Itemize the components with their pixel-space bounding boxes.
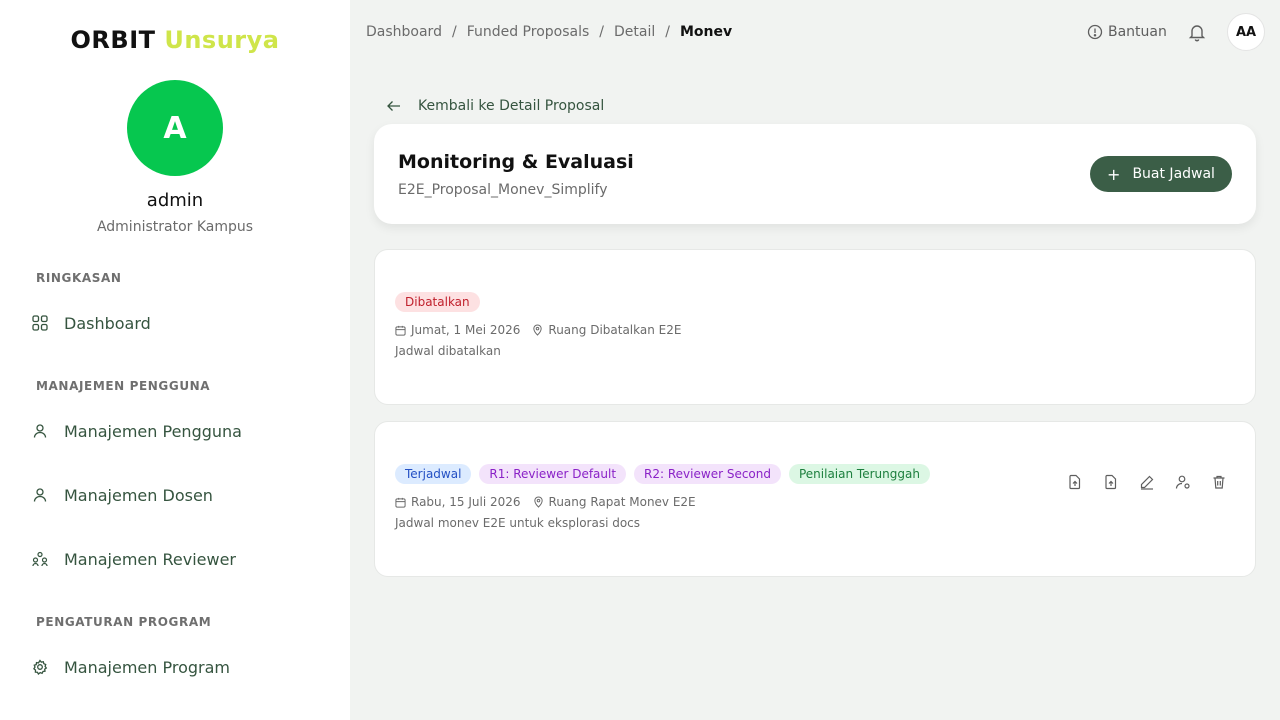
user-avatar: A — [127, 80, 223, 176]
sidebar-item-manajemen-dosen[interactable]: Manajemen Dosen — [28, 477, 213, 513]
breadcrumb-item-funded-proposals[interactable]: Funded Proposals — [467, 24, 590, 40]
sidebar-item-label: Manajemen Pengguna — [64, 421, 242, 441]
sidebar-item-dashboard[interactable]: Dashboard — [28, 305, 151, 341]
trash-icon[interactable] — [1209, 472, 1229, 492]
brand-secondary: Unsurya — [164, 26, 280, 54]
sidebar-item-manajemen-pengguna[interactable]: Manajemen Pengguna — [28, 413, 242, 449]
schedule-description: Jadwal dibatalkan — [395, 344, 501, 358]
schedule-meta: Rabu, 15 Juli 2026 Ruang Rapat Monev E2E — [395, 494, 708, 510]
monev-header-card: Monitoring & Evaluasi E2E_Proposal_Monev… — [374, 124, 1256, 224]
sidebar-item-manajemen-program[interactable]: Manajemen Program — [28, 649, 230, 685]
sidebar-item-label: Manajemen Reviewer — [64, 549, 237, 569]
section-label-manajemen-pengguna: MANAJEMEN PENGGUNA — [36, 379, 211, 393]
schedule-location: Ruang Dibatalkan E2E — [532, 323, 681, 337]
schedule-actions — [1065, 472, 1229, 492]
schedule-date: Rabu, 15 Juli 2026 — [395, 495, 521, 509]
schedule-description: Jadwal monev E2E untuk eksplorasi docs — [395, 516, 641, 530]
section-label-ringkasan: RINGKASAN — [36, 271, 122, 285]
breadcrumb-separator: / — [599, 24, 604, 40]
badge-group: Dibatalkan — [395, 292, 480, 312]
reviewer-badge-r1: R1: Reviewer Default — [479, 464, 627, 484]
page-title: Monitoring & Evaluasi — [398, 151, 634, 173]
create-schedule-label: Buat Jadwal — [1132, 166, 1215, 182]
section-label-pengaturan-program: PENGATURAN PROGRAM — [36, 615, 212, 629]
plus-icon: + — [1107, 164, 1121, 184]
calendar-icon — [395, 325, 406, 336]
schedule-date-text: Jumat, 1 Mei 2026 — [411, 323, 521, 337]
arrow-left-icon — [386, 98, 402, 114]
users-icon — [28, 547, 52, 571]
schedule-location-text: Ruang Dibatalkan E2E — [548, 323, 682, 337]
assessment-badge: Penilaian Terunggah — [788, 464, 930, 484]
schedule-meta: Jumat, 1 Mei 2026 Ruang Dibatalkan E2E — [395, 322, 693, 338]
upload-file-icon[interactable] — [1101, 472, 1121, 492]
user-icon — [28, 419, 52, 443]
location-pin-icon — [533, 324, 543, 336]
user-icon — [28, 483, 52, 507]
schedule-card: Terjadwal R1: Reviewer Default R2: Revie… — [374, 421, 1256, 577]
breadcrumb-item-current: Monev — [679, 24, 733, 40]
user-role: Administrator Kampus — [96, 219, 254, 235]
schedule-location: Ruang Rapat Monev E2E — [533, 495, 696, 509]
reviewer-badge-r2: R2: Reviewer Second — [634, 464, 781, 484]
proposal-name: E2E_Proposal_Monev_Simplify — [398, 182, 608, 198]
schedule-date: Jumat, 1 Mei 2026 — [395, 323, 520, 337]
breadcrumb-item-dashboard[interactable]: Dashboard — [366, 24, 442, 40]
create-schedule-button[interactable]: + Buat Jadwal — [1090, 156, 1232, 192]
schedule-card: Dibatalkan Jumat, 1 Mei 2026 Ruang Dibat… — [374, 249, 1256, 405]
gear-icon — [28, 655, 52, 679]
calendar-icon — [395, 497, 406, 508]
breadcrumb-separator: / — [451, 24, 457, 40]
breadcrumb-item-detail[interactable]: Detail — [614, 24, 655, 40]
grid-icon — [28, 311, 52, 335]
sidebar: ORBIT Unsurya A admin Administrator Kamp… — [0, 0, 350, 720]
user-avatar-menu[interactable]: AA — [1227, 13, 1265, 51]
edit-icon[interactable] — [1137, 472, 1157, 492]
sidebar-item-label: Manajemen Dosen — [64, 485, 213, 505]
breadcrumb-separator: / — [665, 24, 670, 40]
assign-reviewer-icon[interactable] — [1173, 472, 1193, 492]
brand-primary: ORBIT — [70, 26, 156, 54]
status-badge-cancelled: Dibatalkan — [395, 292, 480, 312]
schedule-date-text: Rabu, 15 Juli 2026 — [411, 495, 521, 509]
badge-group: Terjadwal R1: Reviewer Default R2: Revie… — [395, 464, 930, 484]
breadcrumb: Dashboard / Funded Proposals / Detail / … — [366, 22, 732, 42]
back-to-proposal-link[interactable]: Kembali ke Detail Proposal — [386, 96, 604, 116]
user-name: admin — [146, 190, 204, 211]
sidebar-item-label: Dashboard — [64, 313, 151, 333]
notification-bell-icon[interactable] — [1187, 22, 1207, 42]
location-pin-icon — [533, 496, 543, 508]
brand-logo[interactable]: ORBIT Unsurya — [0, 26, 350, 54]
upload-file-icon[interactable] — [1065, 472, 1085, 492]
info-icon — [1087, 24, 1103, 40]
schedule-location-text: Ruang Rapat Monev E2E — [548, 495, 696, 509]
help-label: Bantuan — [1108, 24, 1167, 40]
status-badge-scheduled: Terjadwal — [395, 464, 472, 484]
back-link-label: Kembali ke Detail Proposal — [418, 98, 605, 114]
sidebar-item-label: Manajemen Program — [64, 657, 231, 677]
sidebar-item-manajemen-reviewer[interactable]: Manajemen Reviewer — [28, 541, 236, 577]
help-link[interactable]: Bantuan — [1087, 22, 1167, 42]
